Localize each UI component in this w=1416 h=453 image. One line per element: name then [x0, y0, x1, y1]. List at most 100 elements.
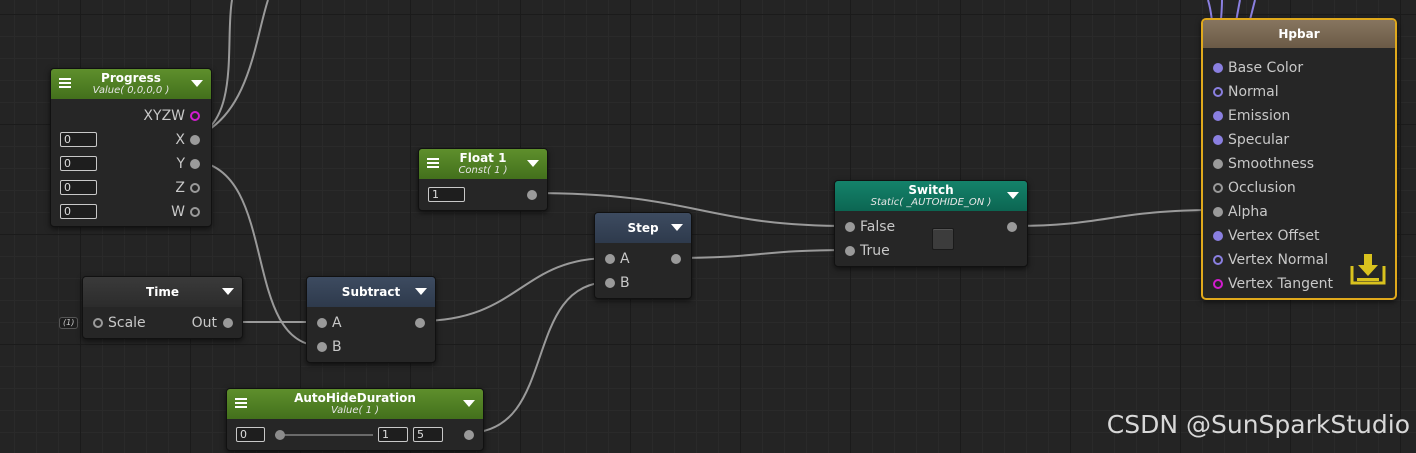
- menu-icon[interactable]: [235, 398, 247, 408]
- input-port-vertex-offset[interactable]: [1213, 231, 1223, 241]
- node-header[interactable]: AutoHideDuration Value( 1 ): [227, 389, 483, 419]
- output-port-z[interactable]: [190, 183, 200, 193]
- value-slider-track[interactable]: [275, 434, 373, 436]
- node-hpbar-master[interactable]: Hpbar Base Color Normal Emission Specula…: [1201, 18, 1397, 300]
- node-subtract[interactable]: Subtract A B: [306, 276, 436, 363]
- node-subtitle: Value( 1 ): [330, 405, 380, 416]
- input-label-a: A: [620, 251, 630, 267]
- node-title: Float 1: [459, 151, 507, 165]
- input-label-alpha: Alpha: [1228, 204, 1268, 220]
- input-port-specular[interactable]: [1213, 135, 1223, 145]
- output-port[interactable]: [415, 318, 425, 328]
- input-label-base-color: Base Color: [1228, 60, 1304, 76]
- node-header[interactable]: Subtract: [307, 277, 435, 307]
- output-label-xyzw: XYZW: [143, 108, 185, 124]
- input-label-true: True: [860, 243, 890, 259]
- node-header[interactable]: Float 1 Const( 1 ): [419, 149, 547, 179]
- dropdown-arrow-icon[interactable]: [415, 288, 427, 295]
- input-port-b[interactable]: [605, 278, 615, 288]
- output-label-y: Y: [176, 156, 185, 172]
- scale-default-tag[interactable]: (1): [59, 317, 79, 329]
- node-subtitle: Value( 0,0,0,0 ): [92, 85, 170, 96]
- input-label-emission: Emission: [1228, 108, 1291, 124]
- float-value-field[interactable]: 1: [428, 187, 465, 202]
- menu-icon[interactable]: [427, 158, 439, 168]
- x-value-field[interactable]: 0: [60, 132, 97, 147]
- w-value-field[interactable]: 0: [60, 204, 97, 219]
- current-value-field[interactable]: 1: [378, 427, 408, 442]
- min-value-field[interactable]: 0: [236, 427, 265, 442]
- y-value-field[interactable]: 0: [60, 156, 97, 171]
- output-port-x[interactable]: [190, 135, 200, 145]
- node-header[interactable]: Time: [83, 277, 242, 307]
- wire-step-switch-true: [675, 249, 851, 259]
- output-port[interactable]: [464, 430, 474, 440]
- output-port[interactable]: [1007, 222, 1017, 232]
- input-port-false[interactable]: [845, 222, 855, 232]
- dropdown-arrow-icon[interactable]: [671, 224, 683, 231]
- wire-switch-hpbar-alpha: [1009, 209, 1219, 227]
- dropdown-arrow-icon[interactable]: [222, 288, 234, 295]
- dropdown-arrow-icon[interactable]: [191, 80, 203, 87]
- node-header[interactable]: Progress Value( 0,0,0,0 ): [51, 69, 211, 99]
- input-label-smoothness: Smoothness: [1228, 156, 1315, 172]
- keyword-toggle[interactable]: [932, 228, 954, 250]
- node-float1[interactable]: Float 1 Const( 1 ) 1: [418, 148, 548, 211]
- input-label-vertex-tangent: Vertex Tangent: [1228, 276, 1333, 292]
- input-label-a: A: [332, 315, 342, 331]
- node-title: Time: [146, 284, 179, 299]
- input-port-scale[interactable]: [93, 318, 103, 328]
- input-port-a[interactable]: [317, 318, 327, 328]
- input-port-smoothness[interactable]: [1213, 159, 1223, 169]
- node-title: Progress: [101, 71, 161, 85]
- input-label-vertex-normal: Vertex Normal: [1228, 252, 1329, 268]
- dropdown-arrow-icon[interactable]: [527, 160, 539, 167]
- input-port-base-color[interactable]: [1213, 63, 1223, 73]
- node-title: Step: [627, 220, 659, 235]
- output-label-z: Z: [175, 180, 185, 196]
- wire-autohide-step-b: [466, 281, 611, 434]
- input-label-specular: Specular: [1228, 132, 1290, 148]
- input-label-false: False: [860, 219, 896, 235]
- node-header[interactable]: Switch Static( _AUTOHIDE_ON ): [835, 181, 1027, 211]
- input-port-normal[interactable]: [1213, 87, 1223, 97]
- output-port-w[interactable]: [190, 207, 200, 217]
- node-progress[interactable]: Progress Value( 0,0,0,0 ) XYZW 0 X 0 Y 0…: [50, 68, 212, 227]
- z-value-field[interactable]: 0: [60, 180, 97, 195]
- input-label-vertex-offset: Vertex Offset: [1228, 228, 1320, 244]
- node-header[interactable]: Step: [595, 213, 691, 243]
- input-port-a[interactable]: [605, 254, 615, 264]
- input-port-true[interactable]: [845, 246, 855, 256]
- output-port-xyzw[interactable]: [190, 111, 200, 121]
- watermark-text: CSDN @SunSparkStudio: [1106, 410, 1410, 439]
- node-subtitle: Static( _AUTOHIDE_ON ): [870, 197, 992, 208]
- input-port-vertex-tangent[interactable]: [1213, 279, 1223, 289]
- dropdown-arrow-icon[interactable]: [1007, 192, 1019, 199]
- output-label-out: Out: [191, 315, 217, 331]
- node-title: AutoHideDuration: [294, 391, 416, 405]
- value-slider-thumb[interactable]: [274, 430, 285, 440]
- node-header[interactable]: Hpbar: [1203, 20, 1395, 48]
- dropdown-arrow-icon[interactable]: [463, 400, 475, 407]
- output-port[interactable]: [527, 190, 537, 200]
- menu-icon[interactable]: [59, 78, 71, 88]
- node-title: Switch: [908, 183, 954, 197]
- node-subtitle: Const( 1 ): [458, 165, 508, 176]
- node-time[interactable]: Time Scale Out: [82, 276, 243, 339]
- node-step[interactable]: Step A B: [594, 212, 692, 299]
- input-port-b[interactable]: [317, 342, 327, 352]
- node-switch[interactable]: Switch Static( _AUTOHIDE_ON ) False True: [834, 180, 1028, 267]
- output-port-y[interactable]: [190, 159, 200, 169]
- input-label-b: B: [332, 339, 342, 355]
- save-output-icon[interactable]: [1349, 252, 1387, 286]
- input-port-occlusion[interactable]: [1213, 183, 1223, 193]
- input-port-emission[interactable]: [1213, 111, 1223, 121]
- max-value-field[interactable]: 5: [413, 427, 443, 442]
- output-port-out[interactable]: [223, 318, 233, 328]
- input-port-vertex-normal[interactable]: [1213, 255, 1223, 265]
- node-autohideduration[interactable]: AutoHideDuration Value( 1 ) 0 1 5: [226, 388, 484, 451]
- output-port[interactable]: [671, 254, 681, 264]
- output-label-x: X: [175, 132, 185, 148]
- input-label-normal: Normal: [1228, 84, 1279, 100]
- input-port-alpha[interactable]: [1213, 207, 1223, 217]
